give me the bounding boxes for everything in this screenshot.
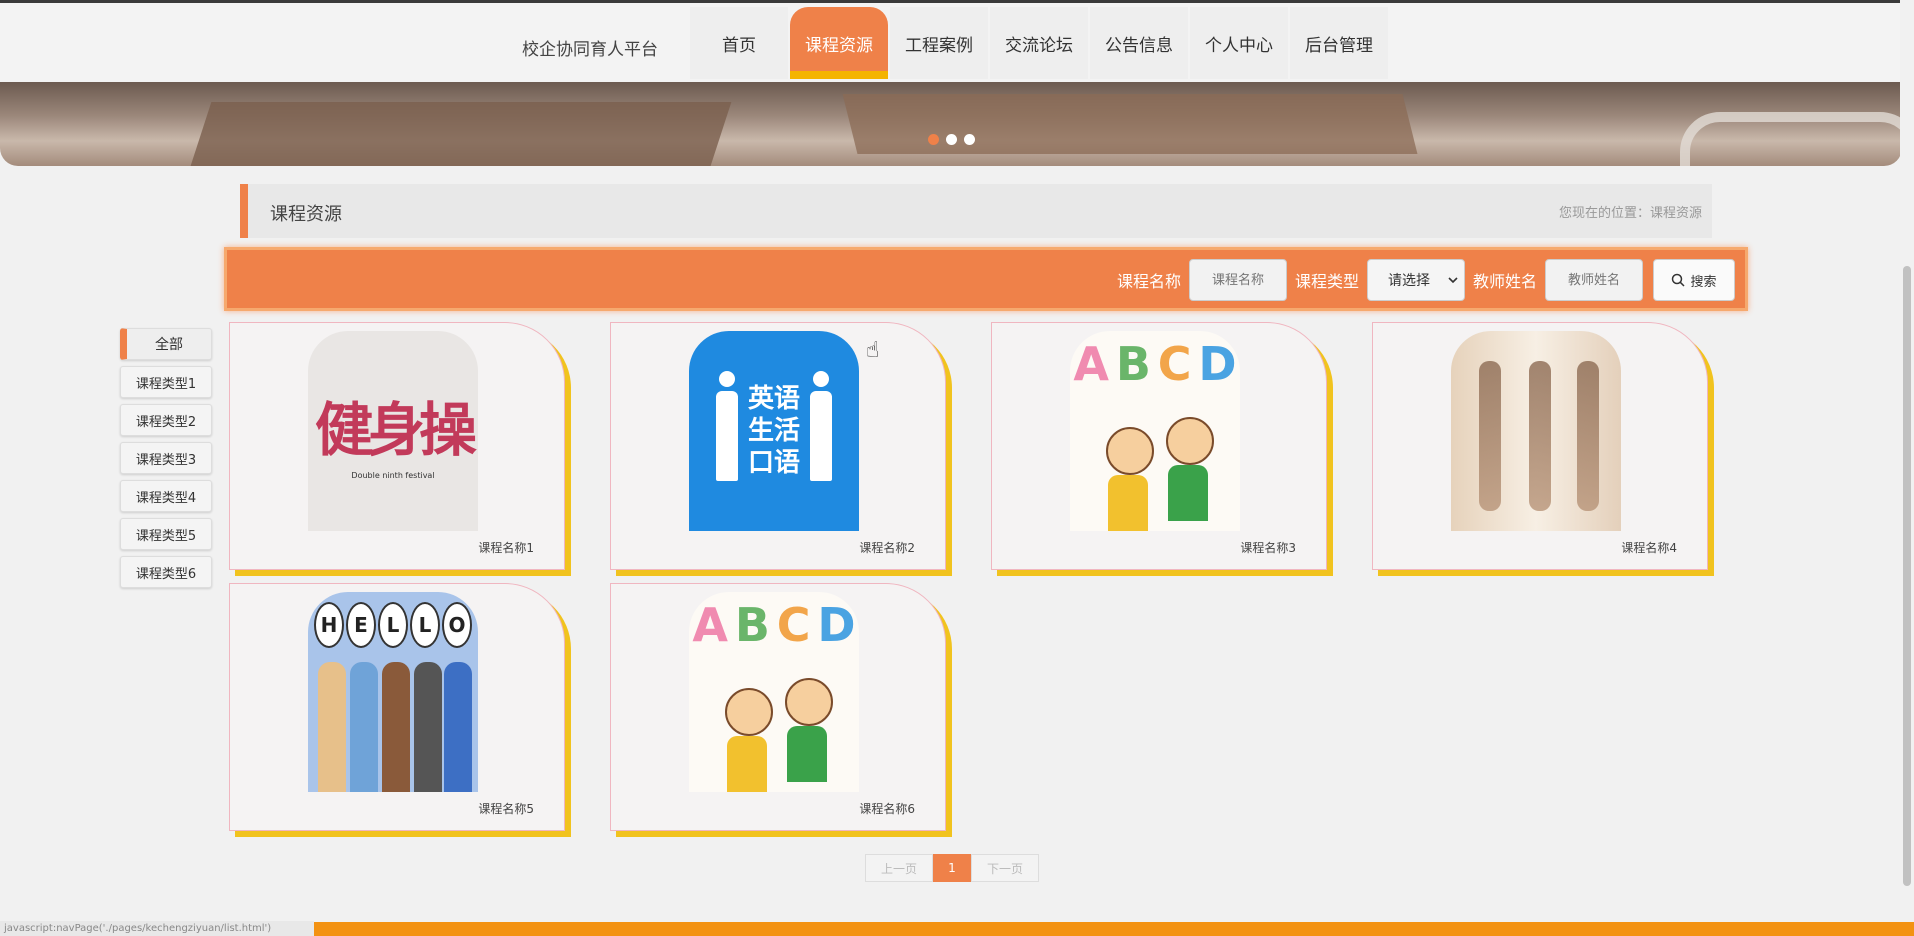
thumbnail-text: ABCD (692, 598, 856, 652)
course-card[interactable]: 英语生活口语 课程名称2 (610, 322, 946, 570)
kid-body-shape (1168, 465, 1208, 521)
footer-strip (314, 922, 1914, 936)
search-icon (1672, 273, 1686, 287)
kid-figure-shape (444, 662, 472, 792)
carousel-dot[interactable] (946, 134, 957, 145)
category-type-4[interactable]: 课程类型4 (120, 480, 212, 512)
course-card[interactable]: 课程名称4 (1372, 322, 1708, 570)
nav-announcements[interactable]: 公告信息 (1090, 7, 1188, 79)
carousel-dots (928, 134, 975, 145)
kid-figure-shape (414, 662, 442, 792)
course-title[interactable]: 课程名称1 (478, 539, 534, 556)
kid-body-shape (727, 736, 767, 792)
hand-cursor-icon: ☝ (866, 338, 880, 363)
nav-personal-center[interactable]: 个人中心 (1190, 7, 1288, 79)
nav-home[interactable]: 首页 (690, 7, 788, 79)
course-card[interactable]: ABCD 课程名称6 (610, 583, 946, 831)
teacher-name-input[interactable] (1545, 259, 1643, 301)
course-thumbnail[interactable]: 健身操 Double ninth festival (308, 331, 478, 531)
breadcrumb: 您现在的位置：课程资源 (1558, 206, 1702, 221)
course-type-value: 请选择 (1387, 273, 1430, 289)
page-number-button[interactable]: 1 (933, 854, 971, 882)
top-navbar: 校企协同育人平台 首页 课程资源 工程案例 交流论坛 公告信息 个人中心 后台管… (0, 0, 1900, 82)
balloon-letter: L (378, 602, 408, 648)
search-button-label: 搜索 (1690, 274, 1717, 290)
man-figure-icon (810, 371, 832, 491)
thumbnail-text: 英语生活口语 (747, 384, 800, 478)
course-title[interactable]: 课程名称3 (1240, 539, 1296, 556)
dancer-shape (1479, 361, 1501, 511)
kid-figure-shape (350, 662, 378, 792)
course-name-label: 课程名称 (1116, 272, 1181, 291)
course-thumbnail[interactable]: 英语生活口语 (689, 331, 859, 531)
carousel-dot[interactable] (928, 134, 939, 145)
course-card[interactable]: H E L L O 课程名称5 (229, 583, 565, 831)
thumbnail-text: ABCD (1073, 337, 1237, 391)
nav-admin[interactable]: 后台管理 (1290, 7, 1388, 79)
kid-head-shape (725, 688, 773, 736)
kid-head-shape (1166, 417, 1214, 465)
kid-head-shape (1106, 427, 1154, 475)
banner-desk-shape (188, 102, 732, 166)
category-type-3[interactable]: 课程类型3 (120, 442, 212, 474)
category-type-2[interactable]: 课程类型2 (120, 404, 212, 436)
banner-chair-shape (1680, 112, 1902, 166)
thumbnail-text: 健身操 (314, 395, 477, 464)
kid-body-shape (787, 726, 827, 782)
category-type-6[interactable]: 课程类型6 (120, 556, 212, 588)
balloon-letter: H (314, 602, 344, 648)
brand-title: 校企协同育人平台 (522, 40, 658, 60)
scrollbar-thumb[interactable] (1903, 266, 1911, 886)
course-title[interactable]: 课程名称4 (1621, 539, 1677, 556)
course-card[interactable]: ABCD 课程名称3 (991, 322, 1327, 570)
category-sidebar: 全部 课程类型1 课程类型2 课程类型3 课程类型4 课程类型5 课程类型6 (120, 328, 212, 594)
thumbnail-subtext: Double ninth festival (351, 470, 435, 480)
teacher-name-label: 教师姓名 (1472, 272, 1537, 291)
carousel-dot[interactable] (964, 134, 975, 145)
nav-engineering-cases[interactable]: 工程案例 (890, 7, 988, 79)
section-header: 课程资源 您现在的位置：课程资源 (240, 184, 1712, 238)
balloon-letter: O (442, 602, 472, 648)
kid-head-shape (785, 678, 833, 726)
prev-page-button[interactable]: 上一页 (865, 854, 933, 882)
page-scrollbar[interactable] (1900, 0, 1914, 922)
course-card[interactable]: 健身操 Double ninth festival 课程名称1 (229, 322, 565, 570)
course-thumbnail[interactable]: ABCD (689, 592, 859, 792)
pagination: 上一页 1 下一页 (865, 854, 1039, 882)
course-type-label: 课程类型 (1294, 272, 1359, 291)
next-page-button[interactable]: 下一页 (971, 854, 1039, 882)
category-type-1[interactable]: 课程类型1 (120, 366, 212, 398)
course-thumbnail[interactable] (1451, 331, 1621, 531)
kid-figure-shape (318, 662, 346, 792)
course-thumbnail[interactable]: H E L L O (308, 592, 478, 792)
search-button[interactable]: 搜索 (1653, 259, 1735, 301)
section-title: 课程资源 (270, 204, 342, 225)
course-title[interactable]: 课程名称5 (478, 800, 534, 817)
dancer-shape (1529, 361, 1551, 511)
banner-desk-shape (842, 94, 1418, 154)
dancer-shape (1577, 361, 1599, 511)
category-all[interactable]: 全部 (120, 328, 212, 360)
balloon-letter: E (346, 602, 376, 648)
balloon-letter: L (410, 602, 440, 648)
nav-forum[interactable]: 交流论坛 (990, 7, 1088, 79)
chevron-down-icon (1448, 277, 1458, 284)
course-name-input[interactable] (1188, 259, 1287, 301)
kid-body-shape (1108, 475, 1148, 531)
status-bar-url: javascript:navPage('./pages/kechengziyua… (0, 921, 314, 936)
main-nav: 首页 课程资源 工程案例 交流论坛 公告信息 个人中心 后台管理 (690, 7, 1390, 79)
course-thumbnail[interactable]: ABCD (1070, 331, 1240, 531)
course-type-select[interactable]: 请选择 (1366, 259, 1465, 301)
search-bar: 课程名称 课程类型 请选择 教师姓名 搜索 (224, 247, 1748, 311)
woman-figure-icon (716, 371, 738, 491)
course-title[interactable]: 课程名称2 (859, 539, 915, 556)
course-title[interactable]: 课程名称6 (859, 800, 915, 817)
kid-figure-shape (382, 662, 410, 792)
category-type-5[interactable]: 课程类型5 (120, 518, 212, 550)
banner-carousel[interactable] (0, 82, 1902, 166)
nav-course-resources[interactable]: 课程资源 (790, 7, 888, 79)
